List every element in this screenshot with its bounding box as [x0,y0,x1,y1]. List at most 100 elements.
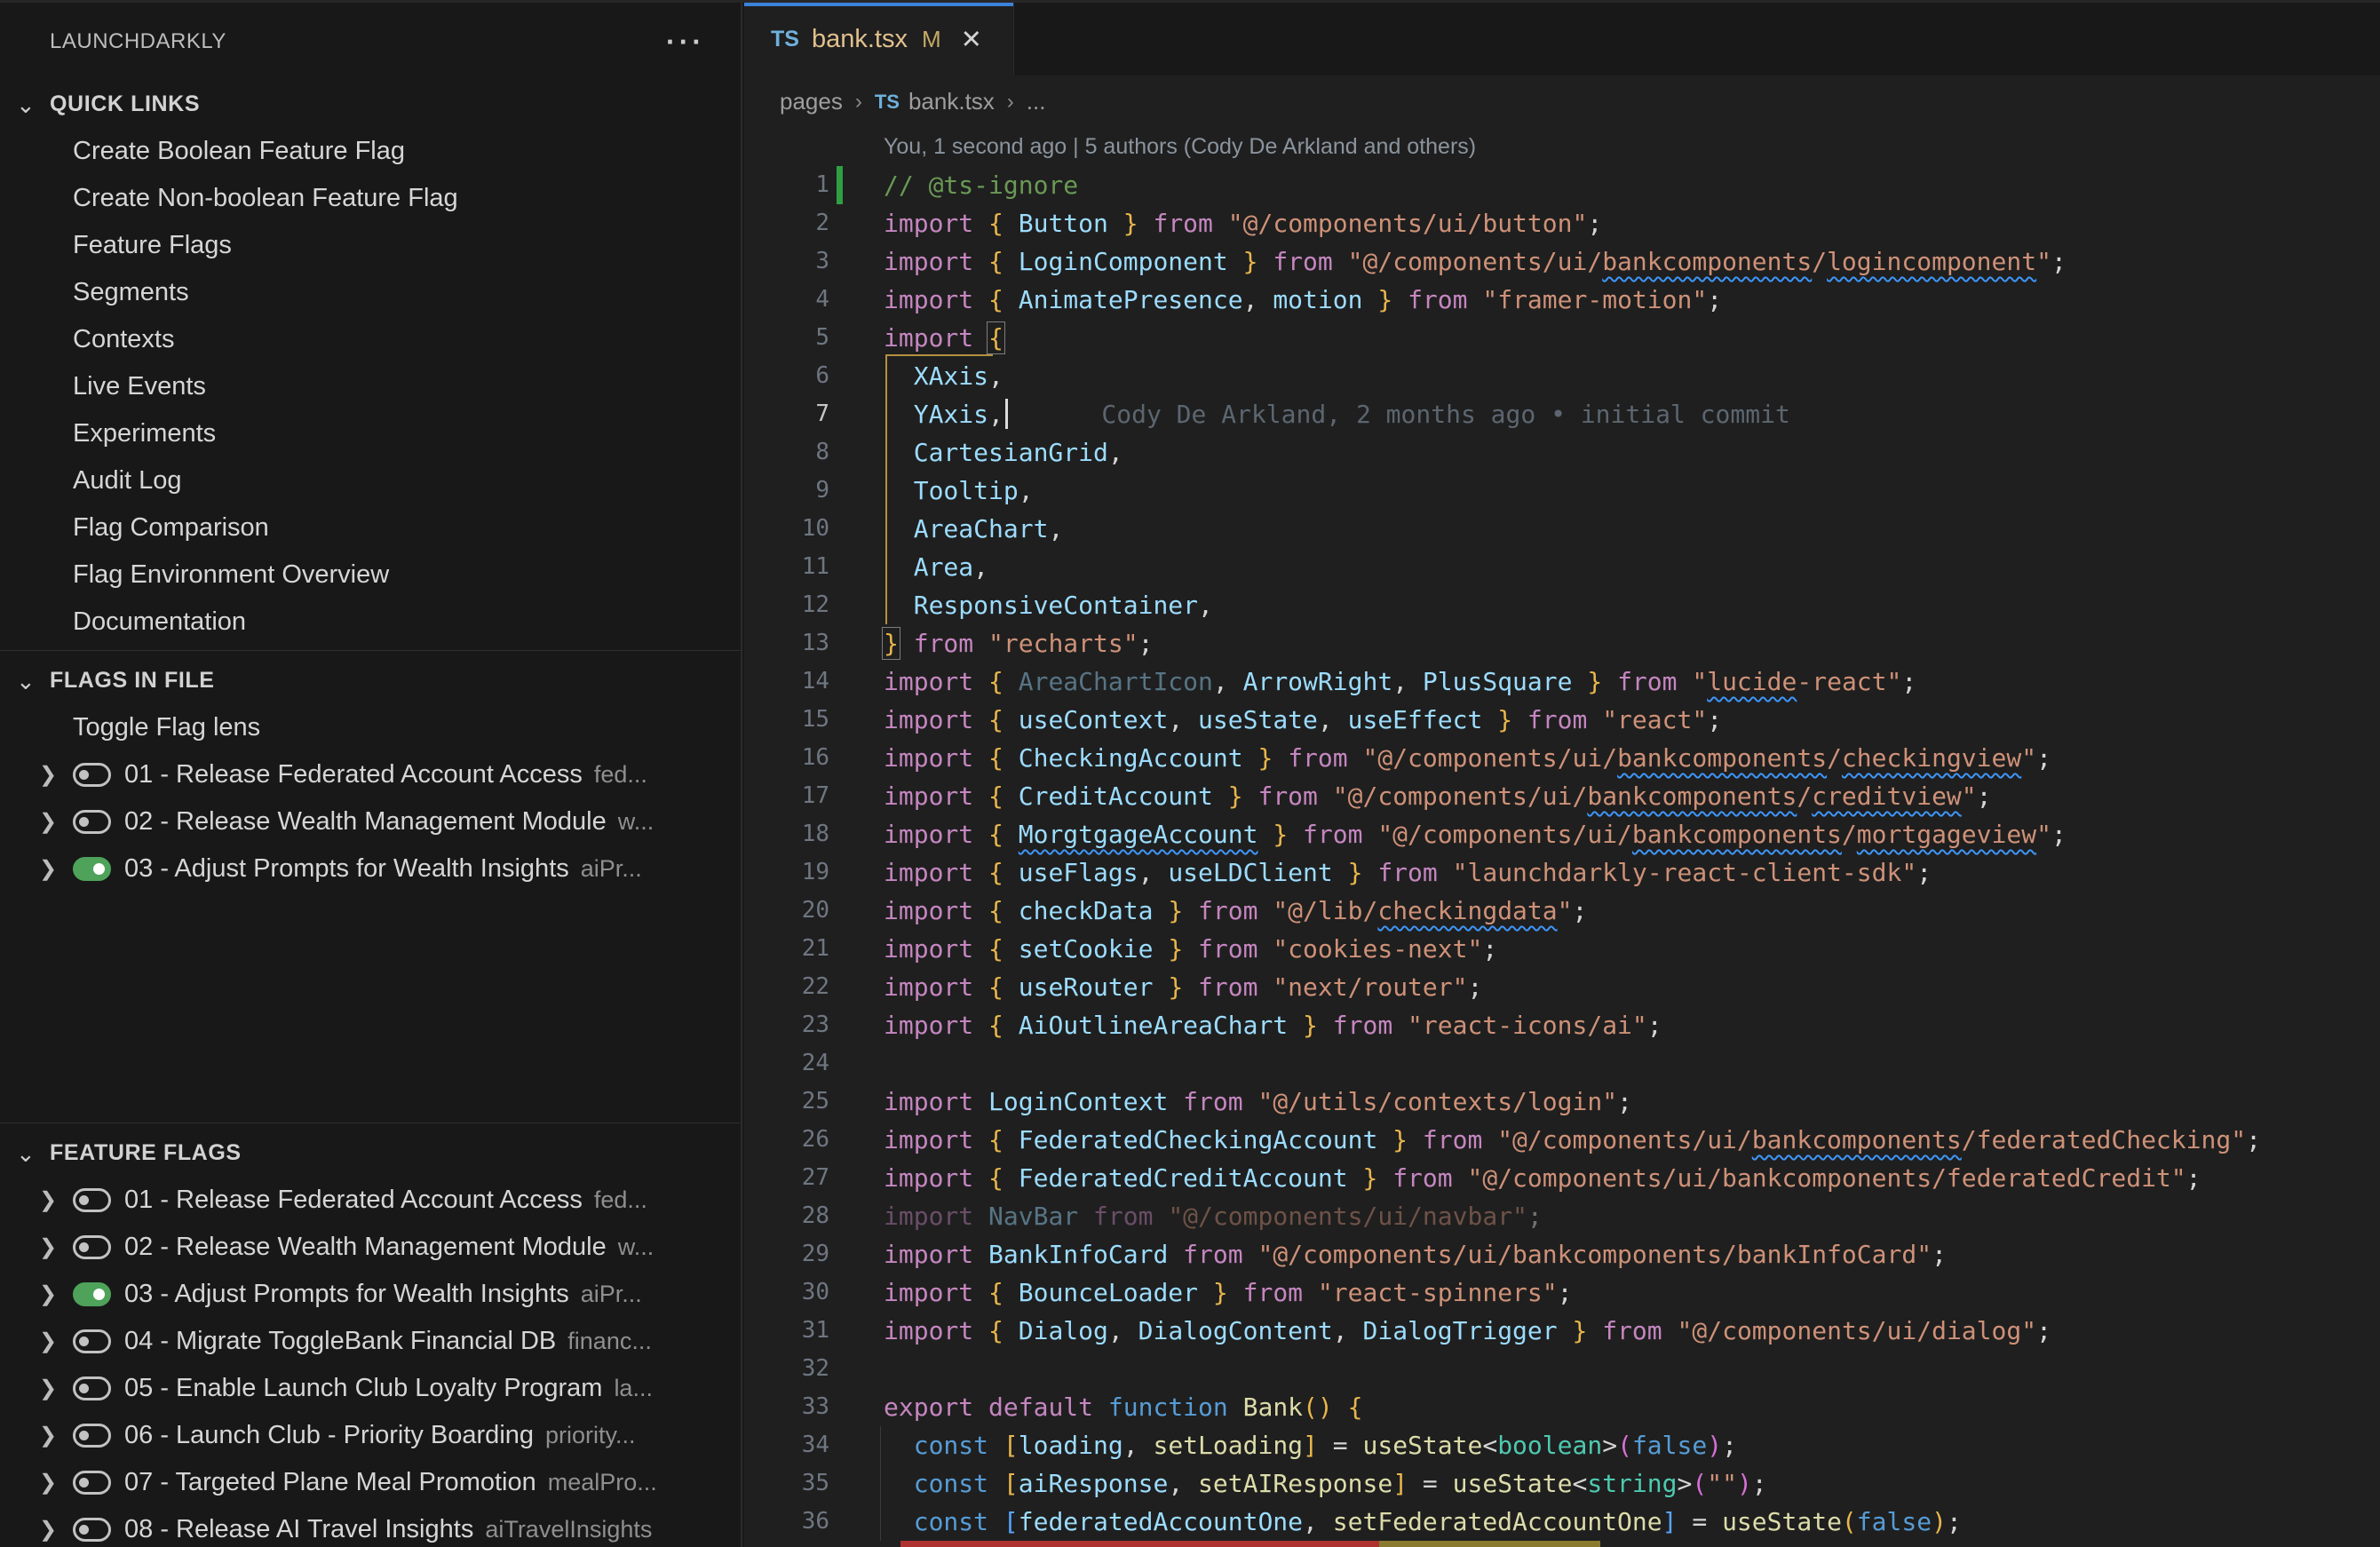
line-number[interactable]: 27 [744,1159,829,1197]
code-line-24[interactable]: 24 [744,1044,2380,1083]
line-number[interactable]: 7 [744,395,829,433]
sidebar-item-audit-log[interactable]: Audit Log [0,457,741,504]
section-header-flags-in-file[interactable]: ⌄FLAGS IN FILE [0,657,741,704]
line-number[interactable]: 6 [744,357,829,395]
line-number[interactable]: 13 [744,624,829,662]
code-line-7[interactable]: 7 YAxis,Cody De Arkland, 2 months ago • … [744,395,2380,433]
toggle-off-icon[interactable] [73,810,111,834]
code-line-11[interactable]: 11 Area, [744,548,2380,586]
line-number[interactable]: 29 [744,1235,829,1273]
sidebar-item-flag-environment-overview[interactable]: Flag Environment Overview [0,551,741,599]
code-line-28[interactable]: 28import NavBar from "@/components/ui/na… [744,1197,2380,1235]
line-number[interactable]: 31 [744,1312,829,1350]
flag-row-02-release-wealth-management-module[interactable]: ❯02 - Release Wealth Management Modulew.… [0,1224,741,1271]
line-number[interactable]: 14 [744,662,829,701]
sidebar-item-contexts[interactable]: Contexts [0,316,741,363]
code-line-21[interactable]: 21import { setCookie } from "cookies-nex… [744,930,2380,968]
toggle-off-icon[interactable] [73,1376,111,1400]
sidebar-item-documentation[interactable]: Documentation [0,599,741,646]
line-number[interactable]: 10 [744,510,829,548]
line-number[interactable]: 8 [744,433,829,472]
section-header-feature-flags[interactable]: ⌄FEATURE FLAGS [0,1130,741,1177]
line-number[interactable]: 2 [744,204,829,242]
line-number[interactable]: 32 [744,1350,829,1388]
sidebar-item-feature-flags[interactable]: Feature Flags [0,222,741,269]
code-line-10[interactable]: 10 AreaChart, [744,510,2380,548]
flag-row-08-release-ai-travel-insights[interactable]: ❯08 - Release AI Travel InsightsaiTravel… [0,1506,741,1547]
line-number[interactable]: 5 [744,319,829,357]
sidebar-item-create-non-boolean-feature-flag[interactable]: Create Non-boolean Feature Flag [0,175,741,222]
code-line-23[interactable]: 23import { AiOutlineAreaChart } from "re… [744,1006,2380,1044]
sidebar-item-segments[interactable]: Segments [0,269,741,316]
code-line-13[interactable]: 13} from "recharts"; [744,624,2380,662]
gitlens-authors-lens[interactable]: You, 1 second ago | 5 authors (Cody De A… [744,128,2380,166]
flag-row-02-release-wealth-management-module[interactable]: ❯02 - Release Wealth Management Modulew.… [0,798,741,845]
line-number[interactable]: 20 [744,892,829,930]
line-number[interactable]: 34 [744,1426,829,1464]
line-number[interactable]: 17 [744,777,829,815]
chevron-right-icon[interactable]: ❯ [39,1517,71,1543]
toggle-off-icon[interactable] [73,1235,111,1259]
code-line-35[interactable]: 35 const [aiResponse, setAIResponse] = u… [744,1464,2380,1503]
line-number[interactable]: 30 [744,1273,829,1312]
line-number[interactable]: 9 [744,472,829,510]
line-number[interactable]: 33 [744,1388,829,1426]
line-number[interactable]: 11 [744,548,829,586]
chevron-right-icon[interactable]: ❯ [39,856,71,882]
breadcrumb-file[interactable]: bank.tsx [908,88,995,115]
code-line-6[interactable]: 6 XAxis, [744,357,2380,395]
line-number[interactable]: 24 [744,1044,829,1083]
line-number[interactable]: 4 [744,281,829,319]
line-number[interactable]: 28 [744,1197,829,1235]
section-header-quick-links[interactable]: ⌄QUICK LINKS [0,81,741,128]
code-line-26[interactable]: 26import { FederatedCheckingAccount } fr… [744,1121,2380,1159]
line-number[interactable]: 1 [744,166,829,204]
code-line-31[interactable]: 31import { Dialog, DialogContent, Dialog… [744,1312,2380,1350]
code-line-4[interactable]: 4import { AnimatePresence, motion } from… [744,281,2380,319]
line-number[interactable]: 21 [744,930,829,968]
chevron-right-icon[interactable]: ❯ [39,1329,71,1354]
code-line-29[interactable]: 29import BankInfoCard from "@/components… [744,1235,2380,1273]
code-line-36[interactable]: 36 const [federatedAccountOne, setFedera… [744,1503,2380,1541]
toggle-off-icon[interactable] [73,1424,111,1448]
chevron-right-icon[interactable]: ❯ [39,1234,71,1260]
chevron-right-icon[interactable]: ❯ [39,1423,71,1448]
code-line-27[interactable]: 27import { FederatedCreditAccount } from… [744,1159,2380,1197]
code-line-18[interactable]: 18import { MorgtgageAccount } from "@/co… [744,815,2380,853]
line-number[interactable]: 15 [744,701,829,739]
flag-row-06-launch-club-priority-boarding[interactable]: ❯06 - Launch Club - Priority Boardingpri… [0,1412,741,1459]
toggle-off-icon[interactable] [73,1471,111,1495]
line-number[interactable]: 19 [744,853,829,892]
code-line-17[interactable]: 17import { CreditAccount } from "@/compo… [744,777,2380,815]
toggle-off-icon[interactable] [73,1329,111,1353]
line-number[interactable]: 36 [744,1503,829,1541]
sidebar-item-create-boolean-feature-flag[interactable]: Create Boolean Feature Flag [0,128,741,175]
breadcrumb-folder[interactable]: pages [780,88,843,115]
line-number[interactable]: 16 [744,739,829,777]
line-number[interactable]: 26 [744,1121,829,1159]
flag-row-03-adjust-prompts-for-wealth-insights[interactable]: ❯03 - Adjust Prompts for Wealth Insights… [0,1271,741,1318]
line-number[interactable]: 25 [744,1083,829,1121]
code-line-1[interactable]: 1// @ts-ignore [744,166,2380,204]
code-line-34[interactable]: 34 const [loading, setLoading] = useStat… [744,1426,2380,1464]
code-line-5[interactable]: 5import { [744,319,2380,357]
sidebar-item-flag-comparison[interactable]: Flag Comparison [0,504,741,551]
code-line-9[interactable]: 9 Tooltip, [744,472,2380,510]
sidebar-item-experiments[interactable]: Experiments [0,410,741,457]
line-number[interactable]: 22 [744,968,829,1006]
close-icon[interactable]: ✕ [961,24,982,55]
flag-row-05-enable-launch-club-loyalty-program[interactable]: ❯05 - Enable Launch Club Loyalty Program… [0,1365,741,1412]
code-line-20[interactable]: 20import { checkData } from "@/lib/check… [744,892,2380,930]
code-line-25[interactable]: 25import LoginContext from "@/utils/cont… [744,1083,2380,1121]
code-line-16[interactable]: 16import { CheckingAccount } from "@/com… [744,739,2380,777]
toggle-on-icon[interactable] [73,857,111,881]
code-line-3[interactable]: 3import { LoginComponent } from "@/compo… [744,242,2380,281]
code-line-2[interactable]: 2import { Button } from "@/components/ui… [744,204,2380,242]
code-line-32[interactable]: 32 [744,1350,2380,1388]
more-actions-icon[interactable]: ··· [666,33,705,51]
chevron-right-icon[interactable]: ❯ [39,1281,71,1307]
line-number[interactable]: 12 [744,586,829,624]
chevron-right-icon[interactable]: ❯ [39,1187,71,1213]
line-number[interactable]: 18 [744,815,829,853]
code-editor[interactable]: You, 1 second ago | 5 authors (Cody De A… [744,128,2380,1547]
